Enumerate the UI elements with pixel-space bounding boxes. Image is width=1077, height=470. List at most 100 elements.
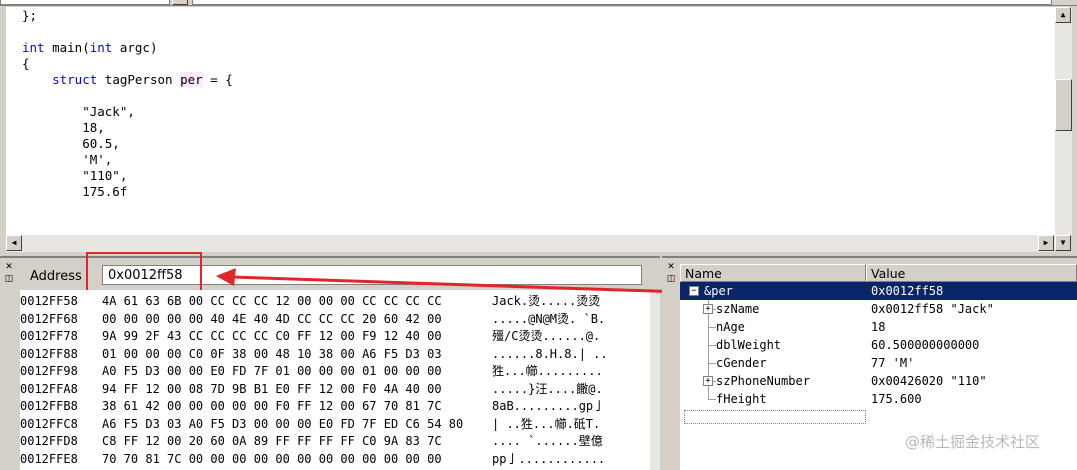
watch-row[interactable]: cGender 77 'M' [680, 354, 1077, 372]
memory-ascii: 殭/C烫烫......@. [492, 329, 601, 343]
column-header-value[interactable]: Value [866, 264, 1077, 282]
memory-addr: 0012FFE8 [20, 451, 78, 466]
memory-addr: 0012FFB8 [20, 399, 78, 413]
code-line-11: "110", [22, 168, 128, 183]
memory-dump[interactable]: 0012FF58 4A 61 63 6B 00 CC CC CC 12 00 00… [20, 290, 650, 470]
code-line-5: struct tagPerson per = { [52, 72, 233, 87]
new-watch-entry[interactable] [684, 410, 866, 424]
code-line-12: 175.6f [22, 184, 128, 199]
memory-ascii: pp亅............ [492, 451, 606, 466]
memory-ascii: ......8.H.8.| .. [492, 346, 608, 361]
keyword-struct: struct [52, 72, 98, 87]
watch-value: 0x0012ff58 [871, 284, 944, 298]
watch-name: dblWeight [716, 338, 782, 352]
memory-addr: 0012FF88 [20, 346, 78, 361]
memory-hex: 70 70 81 7C 00 00 00 00 00 00 00 00 00 0… [102, 451, 442, 466]
memory-hex: A6 F5 D3 03 A0 F5 D3 00 00 00 E0 FD 7F E… [102, 416, 464, 431]
memory-addr: 0012FF58 [20, 294, 78, 308]
tree-line [708, 390, 709, 399]
memory-ascii: 8aB.........gp亅 [492, 399, 606, 413]
expand-icon[interactable]: + [703, 304, 713, 314]
watch-name: nAge [716, 320, 745, 334]
scroll-down-button[interactable]: ▼ [1055, 235, 1071, 251]
memory-ascii: .....@N@M烫. `B. [492, 311, 606, 326]
code-editor-pane: }; int main(int argc) { struct tagPerson… [0, 0, 1077, 256]
watch-value: 77 'M' [871, 356, 915, 370]
scroll-left-button[interactable]: ◀ [6, 235, 22, 251]
column-header-name[interactable]: Name [680, 264, 866, 282]
address-label: Address [30, 269, 82, 284]
code-line-8: 18, [22, 120, 105, 135]
watch-close-icon[interactable]: ✕ [666, 262, 676, 272]
scroll-thumb[interactable] [1055, 79, 1072, 131]
code-line-7: "Jack", [22, 104, 135, 119]
watermark: @稀土掘金技术社区 [905, 433, 1041, 451]
memory-addr: 0012FFA8 [20, 381, 78, 396]
class-combo[interactable] [0, 0, 170, 5]
code-line-10: 'M', [22, 152, 113, 167]
param-argc: argc [119, 40, 150, 55]
editor-vertical-scrollbar[interactable]: ▲ [1055, 7, 1072, 235]
memory-hex: 01 00 00 00 C0 0F 38 00 48 10 38 00 A6 F… [102, 346, 442, 361]
var-per: per [180, 72, 203, 87]
fn-main: main [52, 40, 83, 55]
address-input[interactable]: 0x0012ff58 [102, 265, 642, 285]
watch-value: 175.600 [871, 392, 922, 406]
memory-close-icon[interactable]: ✕ [4, 262, 14, 272]
watch-name: fHeight [716, 392, 767, 406]
code-line-4: { [22, 56, 30, 71]
scroll-up-button[interactable]: ▲ [1055, 7, 1071, 23]
memory-ascii: 狌...幯......... [492, 364, 603, 378]
memory-ascii: .....}汪....饊@. [492, 381, 603, 396]
watch-value: 0x0012ff58 "Jack" [871, 302, 994, 316]
watch-name: szName [716, 302, 760, 316]
code-line-1: }; [22, 8, 38, 23]
memory-ascii: | ..狌...幯.砥T. [492, 416, 601, 431]
memory-vertical-scrollbar[interactable] [650, 290, 660, 470]
memory-hex: C8 FF 12 00 20 60 0A 89 FF FF FF FF C0 9… [102, 434, 442, 448]
tree-branch [708, 345, 716, 346]
scroll-corner: ▼ [1055, 235, 1072, 252]
member-combo[interactable] [192, 0, 1052, 5]
memory-restore-icon[interactable]: ◫ [4, 274, 14, 284]
watch-row[interactable]: dblWeight 60.500000000000 [680, 336, 1077, 354]
type-tagperson: tagPerson [104, 72, 173, 87]
code-line-3: int main(int argc) [22, 40, 158, 55]
code-area[interactable]: }; int main(int argc) { struct tagPerson… [6, 7, 1055, 235]
keyword-int-param: int [89, 40, 113, 55]
watch-name: &per [704, 284, 733, 298]
editor-top-strip [0, 0, 1077, 6]
keyword-int: int [22, 40, 45, 55]
editor-horizontal-scrollbar[interactable]: ◀ ▶ [6, 235, 1055, 252]
memory-addr: 0012FF78 [20, 329, 78, 343]
watch-value: 18 [871, 320, 886, 334]
tree-branch [708, 363, 716, 364]
memory-ascii: Jack.烫.....烫烫 [492, 294, 601, 308]
tree-branch [708, 327, 716, 328]
memory-hex: 9A 99 2F 43 CC CC CC CC C0 FF 12 00 F9 1… [102, 329, 442, 343]
code-line-9: 60.5, [22, 136, 120, 151]
watch-row[interactable]: nAge 18 [680, 318, 1077, 336]
watch-value: 60.500000000000 [871, 338, 980, 352]
collapse-icon[interactable]: − [689, 286, 699, 296]
scroll-right-button[interactable]: ▶ [1038, 235, 1054, 251]
watch-row[interactable]: − &per 0x0012ff58 [680, 282, 1077, 300]
tree-branch [708, 399, 716, 400]
memory-hex: 00 00 00 00 00 40 4E 40 4D CC CC CC 20 6… [102, 311, 442, 326]
memory-ascii: .... `......壁億 [492, 434, 603, 448]
watch-row[interactable]: + szName 0x0012ff58 "Jack" [680, 300, 1077, 318]
expand-icon[interactable]: + [703, 376, 713, 386]
watch-row[interactable]: + szPhoneNumber 0x00426020 "110" [680, 372, 1077, 390]
memory-hex: 38 61 42 00 00 00 00 00 F0 FF 12 00 67 7… [102, 399, 442, 413]
memory-hex: 4A 61 63 6B 00 CC CC CC 12 00 00 00 CC C… [102, 294, 442, 308]
watch-name: cGender [716, 356, 767, 370]
watch-value: 0x00426020 "110" [871, 374, 987, 388]
memory-addr: 0012FF68 [20, 311, 78, 326]
memory-window: ✕ ◫ Address 0x0012ff58 0012FF58 4A 61 63 … [0, 252, 660, 470]
memory-hex: 94 FF 12 00 08 7D 9B B1 E0 FF 12 00 F0 4… [102, 381, 442, 396]
memory-addr: 0012FFC8 [20, 416, 78, 431]
memory-hex: A0 F5 D3 00 00 E0 FD 7F 01 00 00 00 01 0… [102, 364, 442, 378]
combo-dropdown-button[interactable] [172, 0, 188, 5]
watch-restore-icon[interactable]: ◫ [666, 274, 676, 284]
watch-row[interactable]: fHeight 175.600 [680, 390, 1077, 408]
